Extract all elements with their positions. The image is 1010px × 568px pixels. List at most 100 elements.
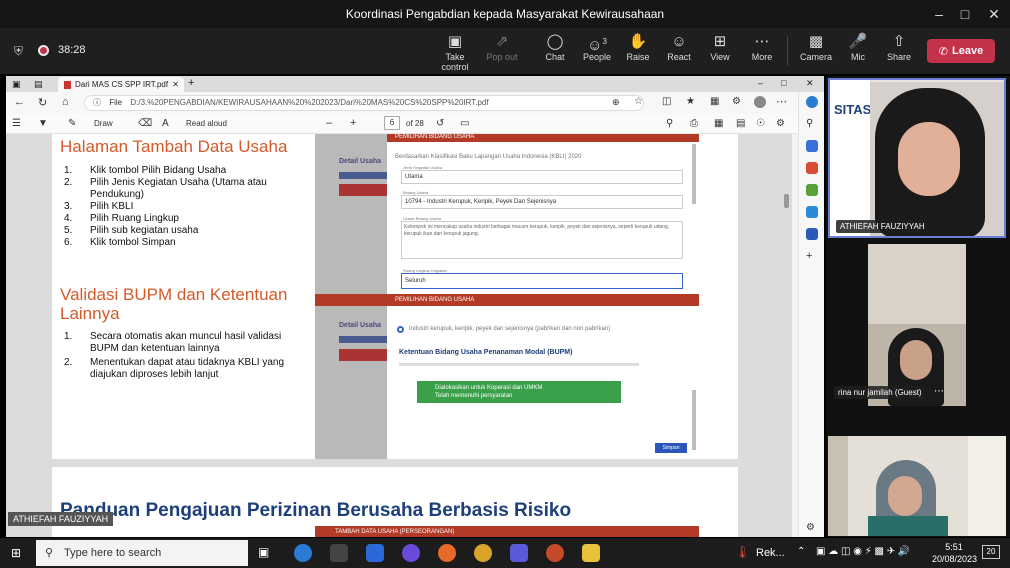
view-button[interactable]: ⊞ View [698,32,742,62]
powerpoint-app-icon[interactable] [546,544,564,562]
weather-text[interactable]: Rek... [756,547,785,559]
home-icon[interactable]: ⌂ [62,96,69,108]
split-screen-icon[interactable]: ◫ [662,96,671,107]
contents-icon[interactable]: ☰ [12,118,21,129]
browser-minimize-icon[interactable]: – [758,78,763,88]
search-icon[interactable]: ⚲ [806,118,818,130]
url-input[interactable]: ⓘ File D:/3.%20PENGABDIAN/KEWIRAUSAHAAN%… [84,95,644,111]
profile-avatar[interactable] [754,96,766,108]
participant-more-icon[interactable]: ⋯ [934,386,944,397]
task-view-icon[interactable]: ▣ [258,545,269,559]
extensions-icon[interactable]: ⚙ [732,96,741,107]
page-number-input[interactable]: 6 [384,116,400,130]
video-tile-third[interactable] [828,436,1006,536]
settings-icon[interactable]: ⚙ [776,118,785,129]
pin-icon[interactable]: ☉ [756,118,765,129]
video-tile-rina[interactable] [868,244,966,406]
chat-button[interactable]: ◯ Chat [533,32,577,62]
fit-page-icon[interactable]: ▭ [460,118,469,129]
close-icon[interactable]: ✕ [981,4,1007,24]
outlook-icon[interactable] [806,228,818,240]
games-icon[interactable] [806,184,818,196]
favorite-icon[interactable]: ☆ [634,96,643,107]
zoom-in-icon[interactable]: + [350,117,356,129]
text-icon[interactable]: A [162,118,169,129]
explorer-app-icon[interactable] [582,544,600,562]
popout-icon: ⇗ [495,33,509,50]
rotate-icon[interactable]: ↺ [436,118,444,129]
share-button[interactable]: ⇧ Share [877,32,921,62]
react-button[interactable]: ☺ React [657,32,701,62]
tray-icons[interactable]: ▣ ☁ ◫ ◉ ⚡ ▩ ✈ 🔊 [816,546,910,557]
save-icon[interactable]: ▦ [714,118,723,129]
edge-app-icon[interactable] [294,544,312,562]
list-item: 3. Pilih KBLI [64,201,134,212]
favorites-icon[interactable]: ★ [686,96,695,107]
list-item: 4. Pilih Ruang Lingkup [64,213,179,224]
uraian-textarea[interactable]: Kelompok ini mencakup usaha industri ber… [401,221,683,259]
tab-collections-icon[interactable]: ▤ [34,79,43,90]
draw-icon[interactable]: ✎ [68,118,76,129]
video-tile-athiefah[interactable]: SITAS TE ATHIEFAH FAUZIYYAH [828,78,1006,238]
list-item: 2. Pilih Jenis Kegiatan Usaha (Utama atau… [64,177,267,200]
browser-close-icon[interactable]: ✕ [806,78,814,89]
read-aloud-button[interactable]: Read aloud [186,119,227,128]
print-icon[interactable]: ⎙ [690,118,698,129]
clock[interactable]: 5:51 20/08/2023 [932,541,977,565]
teams-app-icon[interactable] [510,544,528,562]
tab-pdf[interactable]: Dari MAS CS SPP IRT.pdf ✕ [58,77,184,92]
windows-start-icon[interactable]: ⊞ [11,546,21,560]
browser-maximize-icon[interactable]: □ [781,78,786,88]
tab-close-icon[interactable]: ✕ [172,80,179,89]
shield-icon: ⛨ [14,44,24,58]
take-control-button[interactable]: ▣ Take control [433,32,477,72]
back-icon[interactable]: ← [14,96,25,108]
shopping-icon[interactable] [806,140,818,152]
zoom-icon[interactable]: ⊕ [612,97,620,108]
bing-icon[interactable] [806,96,818,108]
radio-button[interactable] [397,326,404,333]
maximize-icon[interactable]: □ [952,4,978,24]
tools-icon[interactable] [806,162,818,174]
add-icon[interactable]: + [806,250,818,262]
tambah-data-usaha-bar: TAMBAH DATA USAHA (PERSEORANGAN) [315,526,699,537]
eraser-icon[interactable]: ⌫ [138,118,152,129]
store-app-icon[interactable] [330,544,348,562]
leave-button[interactable]: ✆ Leave [927,39,995,63]
highlight-icon[interactable]: ▼ [38,118,48,129]
refresh-icon[interactable]: ↻ [38,96,47,109]
mail-app-icon[interactable] [366,544,384,562]
sidebar-settings-icon[interactable]: ⚙ [806,522,818,534]
jenis-kegiatan-select[interactable]: Utama [401,170,683,184]
people-button[interactable]: ☺3 People [575,32,619,62]
zoom-out-icon[interactable]: – [326,117,332,129]
collections-icon[interactable]: ▦ [710,96,719,107]
mic-icon: 🎤 [848,33,868,50]
menu-icon[interactable]: ⋯ [776,95,787,108]
pdf-search-icon[interactable]: ⚲ [666,118,673,129]
camera-button[interactable]: ▩ Camera [794,32,838,62]
scrollbar-thumb[interactable] [784,194,789,208]
draw-button[interactable]: Draw [94,119,113,128]
save-as-icon[interactable]: ▤ [736,118,745,129]
tray-chevron-icon[interactable]: ⌃ [797,546,805,557]
firefox-app-icon[interactable] [438,544,456,562]
new-tab-button[interactable]: + [188,77,194,89]
app-icon[interactable] [402,544,420,562]
pop-out-button[interactable]: ⇗ Pop out [480,32,524,62]
ruang-lingkup-select[interactable]: Seluruh [401,273,683,289]
simpan-button[interactable]: Simpan [655,443,687,453]
pdf-page-6: Halaman Tambah Data Usaha 1. Klik tombol … [52,134,738,459]
window-title-bar: Koordinasi Pengabdian kepada Masyarakat … [0,0,1010,28]
chrome-app-icon[interactable] [474,544,492,562]
more-button[interactable]: ⋯ More [740,32,784,62]
office-icon[interactable] [806,206,818,218]
taskbar-search-input[interactable]: ⚲ Type here to search [36,540,248,566]
tab-actions-icon[interactable]: ▣ [12,79,21,90]
notification-icon[interactable]: 20 [982,545,1000,559]
minimize-icon[interactable]: – [926,4,952,24]
bidang-usaha-select[interactable]: 10794 - Industri Kerupuk, Keripik, Peyek… [401,195,683,209]
mic-button[interactable]: 🎤 Mic [836,32,880,62]
browser-window: ▣ ▤ Dari MAS CS SPP IRT.pdf ✕ + – □ ✕ ← … [6,76,824,537]
raise-hand-button[interactable]: ✋ Raise [616,32,660,62]
